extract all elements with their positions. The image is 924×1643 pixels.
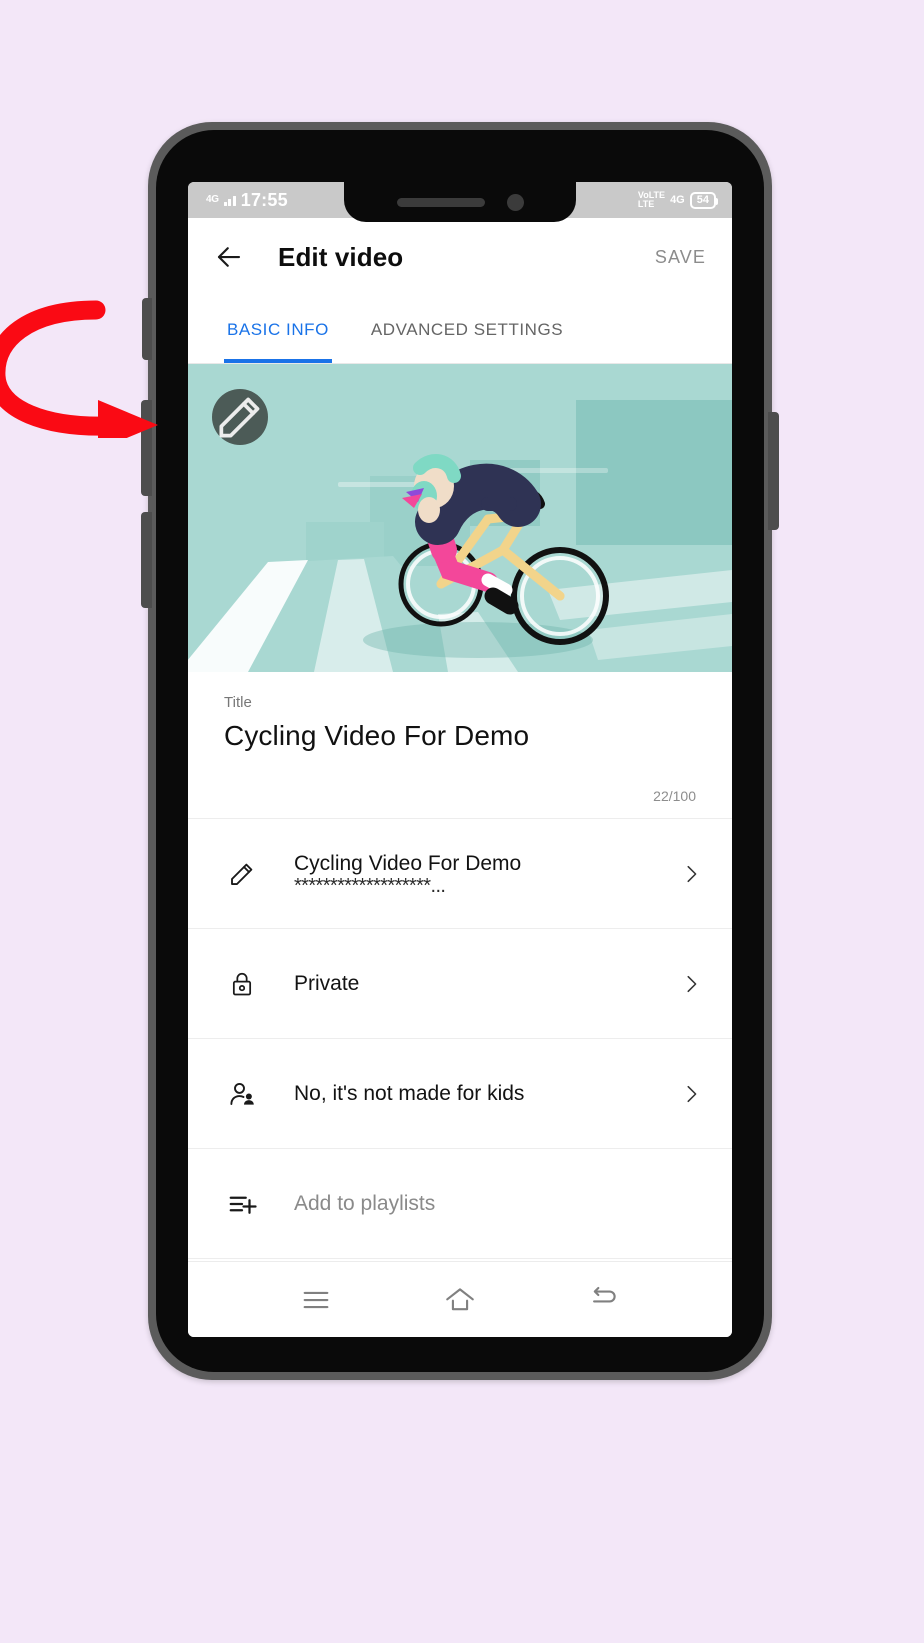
home-icon[interactable] bbox=[443, 1283, 477, 1317]
row-description-title: Cycling Video For Demo bbox=[294, 852, 522, 875]
front-camera bbox=[506, 193, 524, 211]
playlist-add-icon bbox=[222, 1189, 262, 1219]
row-privacy-title: Private bbox=[294, 971, 360, 995]
row-description[interactable]: Cycling Video For Demo *****************… bbox=[188, 818, 732, 928]
phone-body: 4G 17:55 VoLTE LTE 4G 54 Edit video SAVE… bbox=[156, 130, 764, 1372]
status-bar-clock: 17:55 bbox=[240, 189, 288, 210]
row-privacy[interactable]: Private bbox=[188, 928, 732, 1038]
settings-list: Cycling Video For Demo *****************… bbox=[188, 818, 732, 1284]
pencil-icon bbox=[222, 859, 262, 889]
tab-advanced-settings[interactable]: ADVANCED SETTINGS bbox=[368, 296, 566, 363]
network-type-label: 4G bbox=[206, 194, 219, 205]
row-made-for-kids-title: No, it's not made for kids bbox=[294, 1081, 525, 1105]
cyclist-illustration bbox=[188, 364, 732, 672]
network-type-right-label: 4G bbox=[670, 194, 685, 206]
status-bar-left: 4G 17:55 bbox=[188, 190, 288, 211]
signal-strength-icon bbox=[223, 195, 236, 206]
row-description-text: Cycling Video For Demo *****************… bbox=[294, 852, 680, 897]
save-button[interactable]: SAVE bbox=[655, 247, 706, 268]
person-add-icon bbox=[222, 1079, 262, 1109]
row-add-to-playlists-text: Add to playlists bbox=[294, 1192, 702, 1216]
battery-icon: 54 bbox=[689, 191, 719, 209]
back-nav-icon[interactable] bbox=[587, 1283, 621, 1317]
phone-screen: 4G 17:55 VoLTE LTE 4G 54 Edit video SAVE… bbox=[188, 182, 732, 1337]
status-bar: 4G 17:55 VoLTE LTE 4G 54 bbox=[188, 182, 732, 222]
title-field-label: Title bbox=[224, 694, 252, 711]
android-nav-bar bbox=[188, 1261, 732, 1337]
phone-frame: 4G 17:55 VoLTE LTE 4G 54 Edit video SAVE… bbox=[141, 122, 779, 1380]
row-description-subtitle: *******************... bbox=[294, 875, 446, 897]
row-privacy-text: Private bbox=[294, 972, 680, 996]
row-made-for-kids[interactable]: No, it's not made for kids bbox=[188, 1038, 732, 1148]
tab-bar: BASIC INFO ADVANCED SETTINGS bbox=[188, 296, 732, 364]
tab-advanced-settings-label: ADVANCED SETTINGS bbox=[370, 319, 564, 339]
phone-notch bbox=[344, 182, 576, 222]
status-bar-right: VoLTE LTE 4G 54 bbox=[638, 182, 719, 218]
lock-icon bbox=[222, 970, 262, 998]
page-title: Edit video bbox=[278, 241, 404, 272]
recents-menu-icon[interactable] bbox=[299, 1283, 333, 1317]
thumbnail-edit-badge[interactable] bbox=[212, 389, 268, 445]
volte-icon: VoLTE LTE bbox=[638, 191, 665, 209]
annotation-red-arrow bbox=[0, 300, 158, 438]
volume-down-button[interactable] bbox=[141, 512, 152, 608]
chevron-right-icon bbox=[687, 1085, 697, 1102]
title-field[interactable]: Title Cycling Video For Demo bbox=[188, 672, 732, 752]
tab-basic-info[interactable]: BASIC INFO bbox=[224, 296, 332, 363]
power-button[interactable] bbox=[768, 412, 779, 530]
screenshot-root: 4G 17:55 VoLTE LTE 4G 54 Edit video SAVE… bbox=[0, 0, 924, 1643]
title-character-counter: 22/100 bbox=[188, 752, 732, 818]
video-thumbnail[interactable] bbox=[188, 364, 732, 672]
app-bar: Edit video SAVE bbox=[188, 218, 732, 296]
tab-basic-info-label: BASIC INFO bbox=[227, 319, 329, 339]
volte-line-two: LTE bbox=[637, 199, 655, 209]
pencil-icon bbox=[219, 397, 260, 438]
row-add-to-playlists-title: Add to playlists bbox=[294, 1191, 436, 1215]
row-made-for-kids-text: No, it's not made for kids bbox=[294, 1082, 680, 1106]
row-add-to-playlists[interactable]: Add to playlists bbox=[188, 1148, 732, 1258]
title-field-value[interactable]: Cycling Video For Demo bbox=[224, 720, 696, 752]
back-arrow-icon[interactable] bbox=[214, 242, 244, 272]
chevron-right-icon bbox=[687, 865, 697, 882]
chevron-right-icon bbox=[687, 975, 697, 992]
earpiece-speaker bbox=[396, 197, 485, 207]
